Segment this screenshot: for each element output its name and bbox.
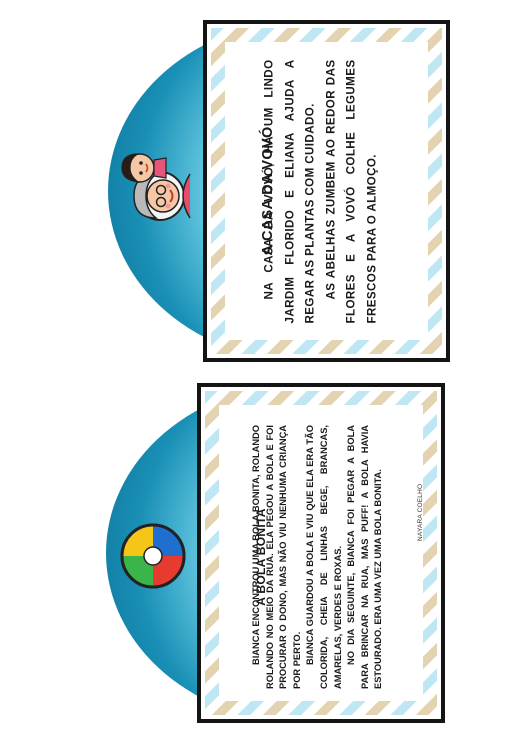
story-paragraph: NO DIA SEGUINTE, BIANCA FOI PEGAR A BOLA…	[346, 425, 384, 689]
story-body: NA CASA DA VOVÓ, HÁ UM LINDO JARDIM FLOR…	[260, 60, 395, 324]
story-card-bola-bonita: A BOLA BONITA BIANCA ENCONTROU UMA BOLA …	[197, 383, 445, 723]
story-paragraph: BIANCA GUARDOU A BOLA E VIU QUE ELA ERA …	[305, 425, 343, 689]
story-author: NAYARA COELHO	[417, 483, 424, 541]
story-paragraph: BIANCA ENCONTROU UMA BOLA BONITA, ROLAND…	[251, 425, 302, 689]
beach-ball-icon	[118, 521, 188, 591]
story-card-casa-da-vovo: A CASA DA VOVÓ NA CASA DA VOVÓ, HÁ UM LI…	[203, 20, 450, 362]
story-paragraph: AS ABELHAS ZUMBEM AO REDOR DAS FLORES E …	[324, 59, 378, 324]
grandmother-and-girl-icon	[106, 140, 198, 232]
story-paragraph: NA CASA DA VOVÓ, HÁ UM LINDO JARDIM FLOR…	[262, 59, 317, 324]
story-body: BIANCA ENCONTROU UMA BOLA BONITA, ROLAND…	[250, 425, 383, 689]
